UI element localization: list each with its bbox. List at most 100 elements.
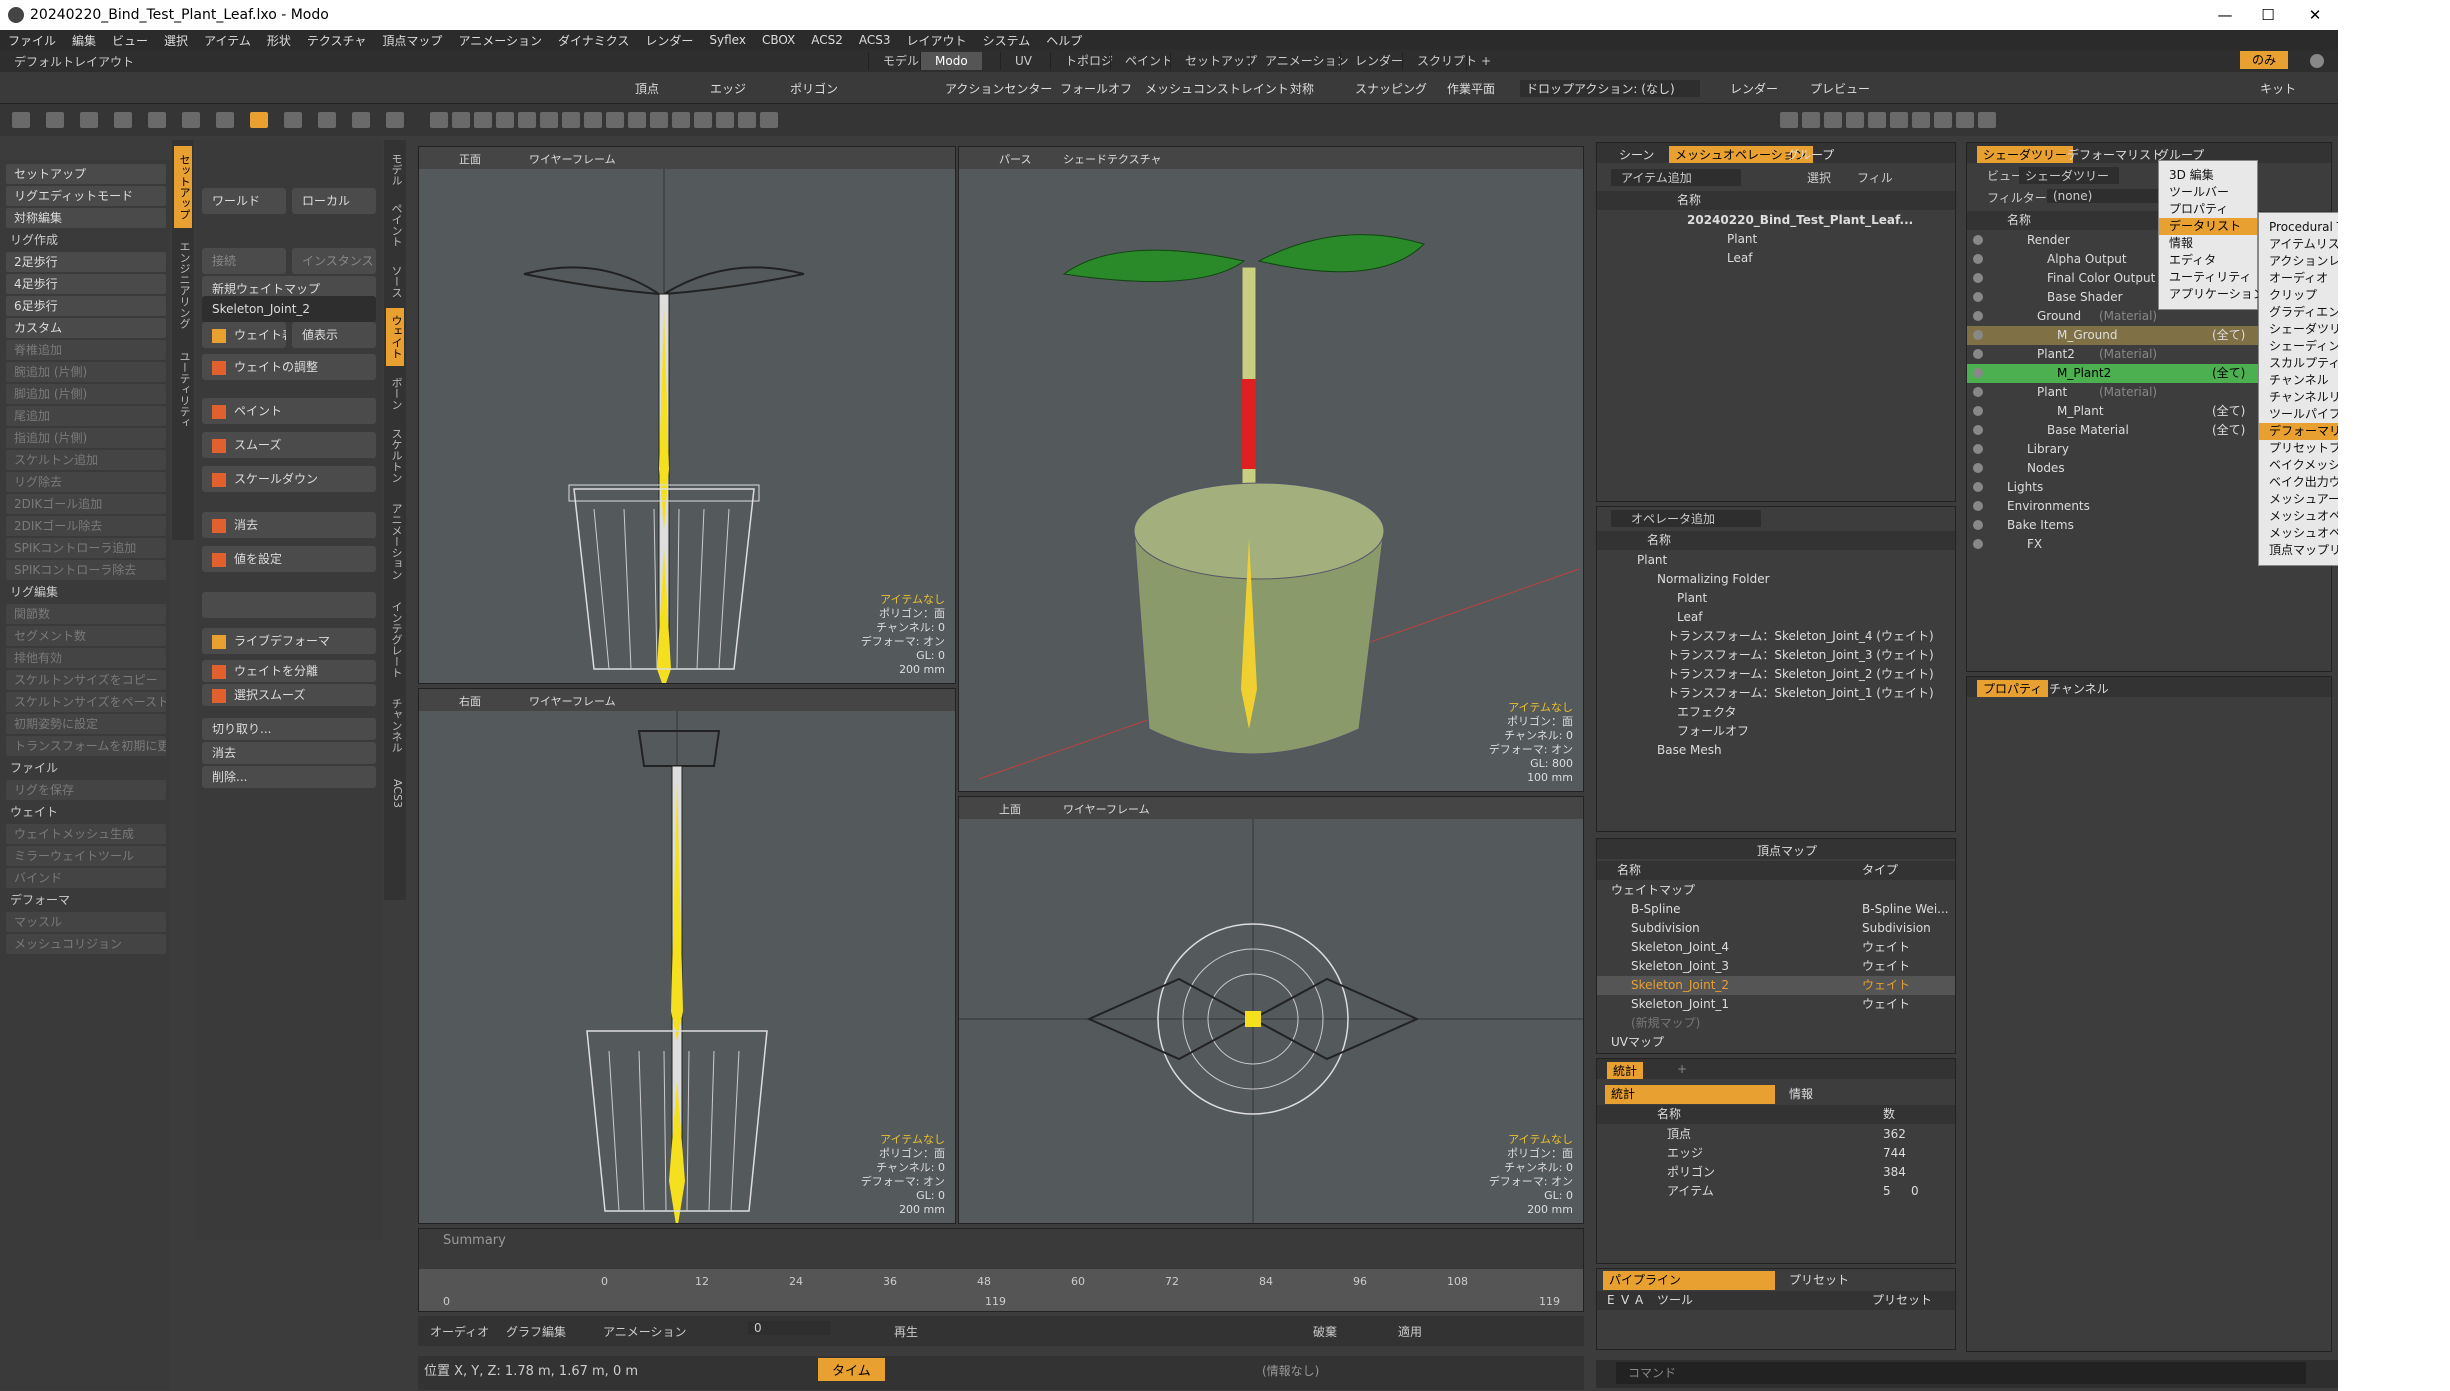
menu-item-11[interactable]: Syflex bbox=[701, 33, 754, 47]
menu2-item[interactable]: クリップ bbox=[2259, 287, 2338, 304]
tool-icon[interactable] bbox=[250, 112, 268, 128]
menu-item-10[interactable]: レンダー bbox=[637, 32, 701, 49]
time-button[interactable]: タイム bbox=[818, 1358, 885, 1381]
vertical-tab[interactable]: セットアップ bbox=[174, 146, 192, 228]
menu-item-15[interactable]: レイアウト bbox=[899, 32, 975, 49]
menu2-item[interactable]: デフォーマリスト bbox=[2259, 423, 2338, 440]
shader-icon[interactable] bbox=[1802, 112, 1820, 128]
erase-button[interactable]: 消去 bbox=[202, 512, 376, 538]
vertical-tab[interactable]: ソース bbox=[386, 258, 404, 304]
eye-icon[interactable] bbox=[1973, 425, 1983, 435]
brush-slider[interactable] bbox=[202, 592, 376, 618]
operator-row[interactable]: トランスフォーム：Skeleton_Joint_3 (ウェイト) bbox=[1597, 646, 1955, 665]
eye-icon[interactable] bbox=[1973, 292, 1983, 302]
menu-item-0[interactable]: ファイル bbox=[0, 32, 64, 49]
tool-icon[interactable] bbox=[148, 112, 166, 128]
left-panel-item[interactable]: リグ除去 bbox=[6, 472, 166, 492]
menu-item-4[interactable]: アイテム bbox=[196, 32, 259, 49]
menu1-item[interactable]: 3D 編集 bbox=[2159, 167, 2257, 184]
menu-item-17[interactable]: ヘルプ bbox=[1038, 32, 1090, 49]
stats-row[interactable]: アイテム 5 0 bbox=[1597, 1182, 1955, 1201]
eye-icon[interactable] bbox=[1973, 520, 1983, 530]
cut-button[interactable]: 切り取り... bbox=[202, 718, 376, 740]
frame-input[interactable]: 0 bbox=[748, 1321, 830, 1335]
scene-row[interactable]: 20240220_Bind_Test_Plant_Leaf... bbox=[1597, 211, 1955, 230]
pipeline-tab[interactable]: パイプライン bbox=[1603, 1271, 1775, 1290]
vmap-row[interactable]: UVマップ bbox=[1597, 1033, 1955, 1052]
left-panel-item[interactable]: 初期姿勢に設定 bbox=[6, 714, 166, 734]
paint-button[interactable]: ペイント bbox=[202, 398, 376, 424]
left-panel-item[interactable]: 関節数 bbox=[6, 604, 166, 624]
view-icon[interactable] bbox=[540, 112, 558, 128]
vertical-tab[interactable]: ボーン bbox=[386, 370, 404, 416]
view-icon[interactable] bbox=[628, 112, 646, 128]
vmap-row[interactable]: Skeleton_Joint_2 ウェイト bbox=[1597, 976, 1955, 995]
tool-icon[interactable] bbox=[80, 112, 98, 128]
menu2-item[interactable]: チャンネル bbox=[2259, 372, 2338, 389]
left-panel-item[interactable]: スケルトン追加 bbox=[6, 450, 166, 470]
view-icon[interactable] bbox=[496, 112, 514, 128]
eye-icon[interactable] bbox=[1973, 482, 1983, 492]
menu2-item[interactable]: シェーディング bbox=[2259, 338, 2338, 355]
viewport-top[interactable]: 上面 ワイヤーフレーム アイテムなし ポリゴン：面 チャンネル: 0 デフォーマ: オン… bbox=[958, 796, 1584, 1224]
menu1-item[interactable]: プロパティ bbox=[2159, 201, 2257, 218]
view-icon[interactable] bbox=[584, 112, 602, 128]
filter-button[interactable]: フィル bbox=[1857, 169, 1893, 186]
show-value-checkbox[interactable]: 値表示 bbox=[292, 322, 376, 348]
operator-row[interactable]: トランスフォーム：Skeleton_Joint_1 (ウェイト) bbox=[1597, 684, 1955, 703]
view-icon[interactable] bbox=[430, 112, 448, 128]
add-operator-select[interactable]: オペレータ追加 bbox=[1611, 510, 1761, 527]
viewport-mode[interactable]: ワイヤーフレーム bbox=[1063, 801, 1150, 817]
timeline[interactable]: Summary 0 12 24 36 48 60 72 84 96 108 119 119 0 bbox=[418, 1228, 1584, 1312]
eye-icon[interactable] bbox=[1973, 501, 1983, 511]
operator-row[interactable]: トランスフォーム：Skeleton_Joint_4 (ウェイト) bbox=[1597, 627, 1955, 646]
left-panel-item[interactable]: リグを保存 bbox=[6, 780, 166, 800]
shader-icon[interactable] bbox=[1846, 112, 1864, 128]
menu2-item[interactable]: オーディオ bbox=[2259, 270, 2338, 287]
vmap-row[interactable]: Skeleton_Joint_4 ウェイト bbox=[1597, 938, 1955, 957]
tab-9[interactable]: + bbox=[1466, 52, 1505, 70]
viewport-perspective[interactable]: パース シェードテクスチャ アイテムなし ポリゴン：面 チャンネル: 0 デフォーマ: … bbox=[958, 146, 1584, 792]
delete-button[interactable]: 削除... bbox=[202, 766, 376, 788]
render-button[interactable]: レンダー bbox=[1730, 80, 1778, 97]
viewport-mode[interactable]: ワイヤーフレーム bbox=[529, 151, 616, 167]
show-weight-checkbox[interactable]: ウェイト表示 bbox=[202, 322, 286, 348]
operator-row[interactable]: トランスフォーム：Skeleton_Joint_2 (ウェイト) bbox=[1597, 665, 1955, 684]
left-panel-item[interactable]: SPIKコントローラ追加 bbox=[6, 538, 166, 558]
left-panel-item[interactable]: トランスフォームを初期に更新 bbox=[6, 736, 166, 756]
menu-item-3[interactable]: 選択 bbox=[156, 32, 196, 49]
viewport-name[interactable]: 右面 bbox=[459, 693, 481, 709]
menu-item-13[interactable]: ACS2 bbox=[803, 33, 851, 47]
tab-1[interactable]: Modo bbox=[920, 52, 982, 70]
shader-icon[interactable] bbox=[1780, 112, 1798, 128]
view-icon[interactable] bbox=[672, 112, 690, 128]
menu1-item[interactable]: ツールバー bbox=[2159, 184, 2257, 201]
menu2-item[interactable]: チャンネルリンク bbox=[2259, 389, 2338, 406]
eye-icon[interactable] bbox=[1973, 254, 1983, 264]
menu2-item[interactable]: Procedural Textures Browser bbox=[2259, 219, 2338, 236]
menu2-item[interactable]: メッシュオペレーション bbox=[2259, 525, 2338, 542]
menu-item-16[interactable]: システム bbox=[975, 32, 1039, 49]
tab-shader-tree[interactable]: シェーダツリー bbox=[1977, 146, 2074, 163]
tool-icon[interactable] bbox=[182, 112, 200, 128]
eye-icon[interactable] bbox=[1973, 463, 1983, 473]
eye-icon[interactable] bbox=[1973, 368, 1983, 378]
tool-icon[interactable] bbox=[12, 112, 30, 128]
select-smooth-button[interactable]: 選択スムーズ bbox=[202, 684, 376, 706]
operator-row[interactable]: Normalizing Folder bbox=[1597, 570, 1955, 589]
animation-select[interactable]: アニメーション bbox=[603, 1323, 687, 1340]
eye-icon[interactable] bbox=[1973, 406, 1983, 416]
vertical-tab[interactable]: ユーティリティ bbox=[174, 342, 192, 436]
left-panel-item[interactable]: スケルトンサイズをコピー bbox=[6, 670, 166, 690]
menu-item-2[interactable]: ビュー bbox=[104, 32, 156, 49]
kit-button[interactable]: キット bbox=[2260, 80, 2296, 97]
left-panel-item[interactable]: 指追加 (片側) bbox=[6, 428, 166, 448]
menu1-item[interactable]: 情報 bbox=[2159, 235, 2257, 252]
tab-2[interactable]: UV bbox=[1000, 52, 1046, 70]
left-panel-item[interactable]: 対称編集 bbox=[6, 208, 166, 228]
menu-item-12[interactable]: CBOX bbox=[754, 33, 803, 47]
tool-icon[interactable] bbox=[46, 112, 64, 128]
workplane-button[interactable]: 作業平面 bbox=[1447, 80, 1495, 97]
falloff-button[interactable]: フォールオフ bbox=[1060, 80, 1132, 97]
view-icon[interactable] bbox=[474, 112, 492, 128]
